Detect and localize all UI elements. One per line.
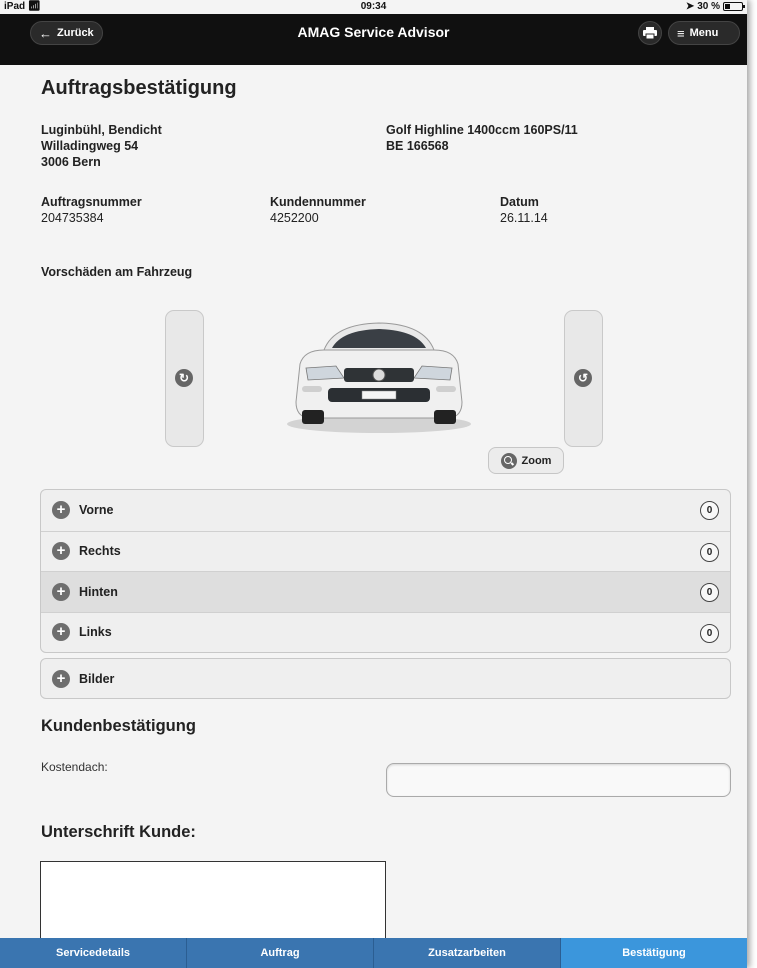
order-number-block: Auftragsnummer 204735384 — [41, 194, 142, 226]
count-badge: 0 — [700, 501, 719, 520]
tab-bar: Servicedetails Auftrag Zusatzarbeiten Be… — [0, 938, 747, 968]
printer-icon — [643, 27, 657, 39]
section-label: Vorne — [79, 503, 114, 518]
navigation-bar: AMAG Service Advisor ← Zurück ≡ Menu — [0, 14, 747, 65]
section-label: Bilder — [79, 671, 115, 686]
menu-label: Menu — [689, 27, 719, 39]
plus-circle-icon: + — [52, 582, 70, 601]
plus-circle-icon: + — [52, 669, 70, 688]
damage-sections: + Vorne 0 + Rechts 0 + Hinten 0 + Links … — [40, 489, 731, 653]
print-button[interactable] — [638, 21, 662, 45]
vehicle-info: Golf Highline 1400ccm 160PS/11 BE 166568 — [386, 122, 578, 154]
tab-zusatzarbeiten[interactable]: Zusatzarbeiten — [373, 938, 560, 968]
status-time: 09:34 — [360, 1, 387, 12]
rotate-clockwise-icon: ↻ — [175, 369, 193, 387]
plus-circle-icon: + — [52, 623, 70, 642]
damages-title: Vorschäden am Fahrzeug — [41, 265, 193, 279]
order-number-label: Auftragsnummer — [41, 195, 142, 209]
section-vorne[interactable]: + Vorne 0 — [41, 490, 730, 531]
page-title: Auftragsbestätigung — [41, 77, 237, 99]
section-label: Rechts — [79, 544, 121, 559]
date-value: 26.11.14 — [500, 211, 548, 225]
plus-circle-icon: + — [52, 542, 70, 561]
customer-number-label: Kundennummer — [270, 195, 366, 209]
car-image — [287, 322, 471, 433]
vehicle-plate: BE 166568 — [386, 139, 449, 153]
customer-name: Luginbühl, Bendicht — [41, 123, 162, 137]
customer-street: Willadingweg 54 — [41, 139, 139, 153]
customer-city: 3006 Bern — [41, 155, 101, 169]
zoom-label: Zoom — [521, 454, 552, 467]
count-badge: 0 — [700, 623, 719, 643]
status-bar: iPad 📶︎ 09:34 ➤ 30 % — [0, 0, 747, 14]
customer-address: Luginbühl, Bendicht Willadingweg 54 3006… — [41, 122, 162, 170]
tab-servicedetails[interactable]: Servicedetails — [0, 938, 186, 968]
customer-number-value: 4252200 — [270, 211, 319, 225]
cost-cap-input[interactable] — [386, 763, 731, 797]
app-title: AMAG Service Advisor — [297, 24, 450, 40]
tab-bestaetigung[interactable]: Bestätigung — [560, 938, 747, 968]
confirmation-title: Kundenbestätigung — [41, 717, 196, 735]
status-right: ➤ 30 % — [685, 1, 745, 12]
date-label: Datum — [500, 195, 539, 209]
menu-button[interactable]: ≡ Menu — [668, 21, 740, 45]
section-label: Links — [79, 625, 112, 640]
order-number-value: 204735384 — [41, 211, 104, 225]
cost-cap-label: Kostendach: — [41, 760, 108, 774]
count-badge: 0 — [700, 583, 719, 602]
battery-percent: 30 % — [697, 1, 720, 12]
section-label: Hinten — [79, 584, 118, 599]
section-rechts[interactable]: + Rechts 0 — [41, 530, 730, 572]
count-badge: 0 — [700, 542, 719, 562]
section-bilder[interactable]: + Bilder — [40, 658, 731, 699]
section-hinten[interactable]: + Hinten 0 — [41, 571, 730, 612]
app-frame: iPad 📶︎ 09:34 ➤ 30 % AMAG Service Adviso… — [0, 0, 747, 968]
section-links[interactable]: + Links 0 — [41, 611, 730, 653]
rotate-right-button[interactable]: ↺ — [564, 310, 603, 447]
zoom-button[interactable]: Zoom — [488, 447, 564, 474]
customer-number-block: Kundennummer 4252200 — [270, 194, 366, 226]
hamburger-icon: ≡ — [677, 25, 685, 41]
battery-icon — [723, 2, 745, 11]
back-label: Zurück — [57, 27, 94, 39]
plus-circle-icon: + — [52, 501, 70, 520]
rotate-counterclockwise-icon: ↺ — [574, 369, 592, 387]
signature-title: Unterschrift Kunde: — [41, 823, 196, 841]
back-button[interactable]: ← Zurück — [30, 21, 103, 45]
arrow-left-icon: ← — [39, 25, 52, 41]
rotate-left-button[interactable]: ↻ — [165, 310, 204, 447]
tab-auftrag[interactable]: Auftrag — [186, 938, 373, 968]
date-block: Datum 26.11.14 — [500, 194, 548, 226]
location-icon: ➤ — [685, 1, 695, 12]
vehicle-model: Golf Highline 1400ccm 160PS/11 — [386, 123, 578, 137]
magnifier-icon — [500, 452, 517, 469]
